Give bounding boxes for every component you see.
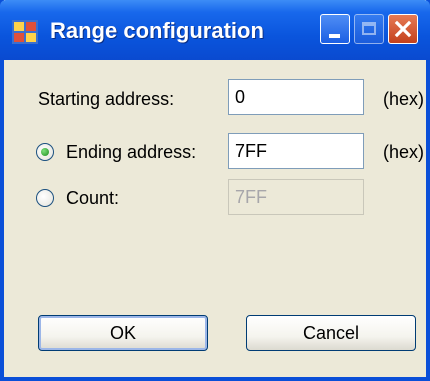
ending-address-unit: (hex)	[383, 142, 425, 162]
starting-address-unit: (hex)	[383, 89, 425, 109]
radio-selected-dot	[41, 148, 49, 156]
minimize-button[interactable]	[320, 14, 350, 44]
ok-button[interactable]: OK	[38, 315, 208, 351]
app-window-icon	[12, 20, 38, 44]
maximize-button[interactable]	[354, 14, 384, 44]
title-bar[interactable]: Range configuration	[0, 0, 430, 60]
count-radio[interactable]	[36, 189, 54, 207]
dialog-window: Range configuration Starting address: (h…	[0, 0, 430, 381]
close-icon	[394, 20, 412, 38]
ending-address-label[interactable]: Ending address:	[66, 141, 196, 163]
window-title: Range configuration	[50, 18, 264, 43]
starting-address-label: Starting address:	[38, 89, 175, 109]
close-button[interactable]	[388, 14, 418, 44]
count-input	[228, 179, 364, 215]
starting-address-input[interactable]	[228, 79, 364, 115]
ending-address-radio[interactable]	[36, 143, 54, 161]
cancel-button[interactable]: Cancel	[246, 315, 416, 351]
ending-address-input[interactable]	[228, 133, 364, 169]
count-label[interactable]: Count:	[66, 187, 119, 209]
